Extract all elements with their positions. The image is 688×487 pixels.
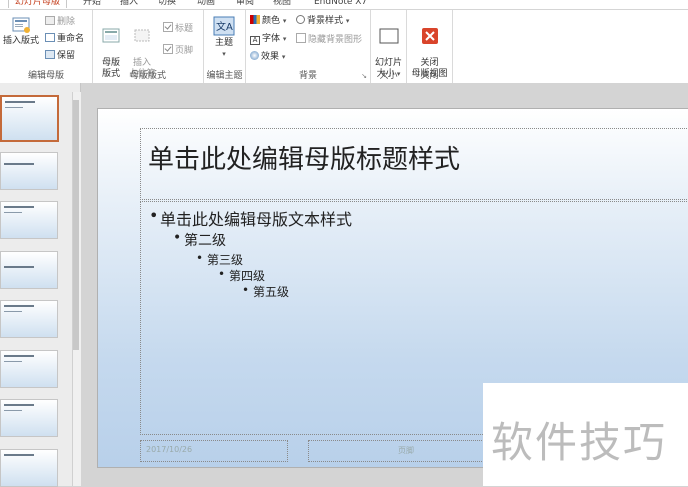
group-label-size: 大小	[379, 71, 398, 81]
insert-layout-button[interactable]: 插入版式	[2, 16, 40, 47]
svg-text:文A: 文A	[216, 20, 233, 33]
thumbnail-layout-5[interactable]	[0, 350, 58, 388]
group-edit-master: 插入版式 删除 重命名 保留 编辑母版	[0, 10, 93, 83]
tab-animations[interactable]: 动画	[197, 0, 215, 8]
tab-transitions[interactable]: 切换	[158, 0, 176, 8]
hide-background-check-icon	[296, 33, 306, 43]
master-layout-icon	[102, 28, 120, 43]
colors-dropdown-icon: ▾	[282, 17, 287, 25]
watermark-text: 软件技巧	[491, 418, 668, 467]
themes-label: 主题	[214, 38, 233, 48]
delete-button[interactable]: 删除	[45, 16, 75, 28]
effects-button[interactable]: 效果 ▾	[250, 51, 285, 63]
themes-icon: 文A	[213, 16, 235, 36]
effects-dropdown-icon: ▾	[281, 53, 286, 61]
group-size: 幻灯片 大小 ▾ 大小	[371, 10, 407, 83]
date-text: 2017/10/26	[146, 445, 193, 454]
themes-button[interactable]: 文A 主题 ▾	[210, 16, 238, 60]
close-icon	[421, 28, 438, 44]
tab-view[interactable]: 视图	[273, 0, 291, 8]
tab-review[interactable]: 审阅	[236, 0, 254, 8]
group-label-edit-master: 编辑母版	[27, 71, 64, 81]
thumbnail-layout-4[interactable]	[0, 300, 58, 338]
insert-layout-label: 插入版式	[2, 36, 39, 46]
footer-text: 页脚	[398, 446, 414, 455]
preserve-button[interactable]: 保留	[45, 50, 75, 62]
ribbon: 插入版式 删除 重命名 保留 编辑母版 母版 版式 插入 占位符 标题 页脚 母…	[0, 9, 688, 84]
title-checkbox[interactable]: 标题	[163, 22, 193, 35]
tab-slide-master[interactable]: 幻灯片母版	[8, 0, 68, 8]
themes-dropdown-icon: ▾	[222, 50, 226, 58]
group-background: 颜色 ▾ A 字体 ▾ 效果 ▾ 背景样式 ▾ 隐藏背景图形 ↘ 背景	[246, 10, 371, 83]
background-styles-icon	[296, 15, 305, 24]
background-styles-dropdown-icon: ▾	[345, 17, 350, 25]
hide-background-checkbox[interactable]: 隐藏背景图形	[296, 33, 362, 46]
background-styles-button[interactable]: 背景样式 ▾	[296, 15, 349, 27]
colors-icon	[250, 15, 260, 24]
tab-home[interactable]: 开始	[83, 0, 101, 8]
insert-layout-icon	[12, 17, 30, 33]
fonts-button[interactable]: A 字体 ▾	[250, 33, 286, 45]
group-edit-theme: 文A 主题 ▾ 编辑主题	[204, 10, 246, 83]
slide-title: 单击此处编辑母版标题样式	[148, 145, 461, 175]
slide-thumbnail-pane	[0, 83, 81, 487]
tab-insert[interactable]: 插入	[120, 0, 138, 8]
group-label-close: 关闭	[420, 71, 439, 81]
footer-checkbox[interactable]: 页脚	[163, 44, 193, 57]
group-label-background: 背景	[298, 71, 317, 81]
text-level-5: 第五级	[242, 283, 289, 300]
tab-endnote[interactable]: EndNote X7	[314, 0, 367, 8]
fonts-icon: A	[250, 36, 260, 45]
footer-check-icon	[163, 44, 173, 54]
group-close: 关闭 母版视图 关闭	[407, 10, 453, 83]
fonts-dropdown-icon: ▾	[282, 35, 287, 43]
colors-button[interactable]: 颜色 ▾	[250, 15, 286, 27]
rename-button[interactable]: 重命名	[45, 33, 84, 45]
delete-icon	[45, 16, 55, 25]
insert-placeholder-icon	[134, 29, 150, 42]
thumbnail-master[interactable]	[0, 95, 59, 142]
thumbnail-layout-2[interactable]	[0, 201, 58, 239]
thumbnail-layout-3[interactable]	[0, 251, 58, 289]
thumbnail-layout-1[interactable]	[0, 152, 58, 190]
ribbon-tab-bar: 幻灯片母版 开始 插入 切换 动画 审阅 视图 EndNote X7	[0, 0, 688, 9]
group-master-layout: 母版 版式 插入 占位符 标题 页脚 母版版式	[93, 10, 204, 83]
text-level-3: 第三级	[196, 251, 243, 268]
group-label-edit-theme: 编辑主题	[206, 71, 243, 81]
rename-icon	[45, 33, 55, 42]
text-level-2: 第二级	[173, 230, 226, 250]
group-label-master-layout: 母版版式	[129, 71, 166, 81]
text-level-1: 单击此处编辑母版文本样式	[149, 206, 352, 230]
preserve-icon	[45, 50, 55, 59]
effects-icon	[250, 51, 259, 60]
slide-size-icon	[379, 28, 398, 44]
text-level-4: 第四级	[218, 267, 265, 284]
thumbnail-layout-6[interactable]	[0, 399, 58, 437]
thumbnail-layout-7[interactable]	[0, 449, 58, 487]
title-check-icon	[163, 22, 173, 32]
thumbnail-scrollbar-thumb[interactable]	[73, 100, 79, 350]
